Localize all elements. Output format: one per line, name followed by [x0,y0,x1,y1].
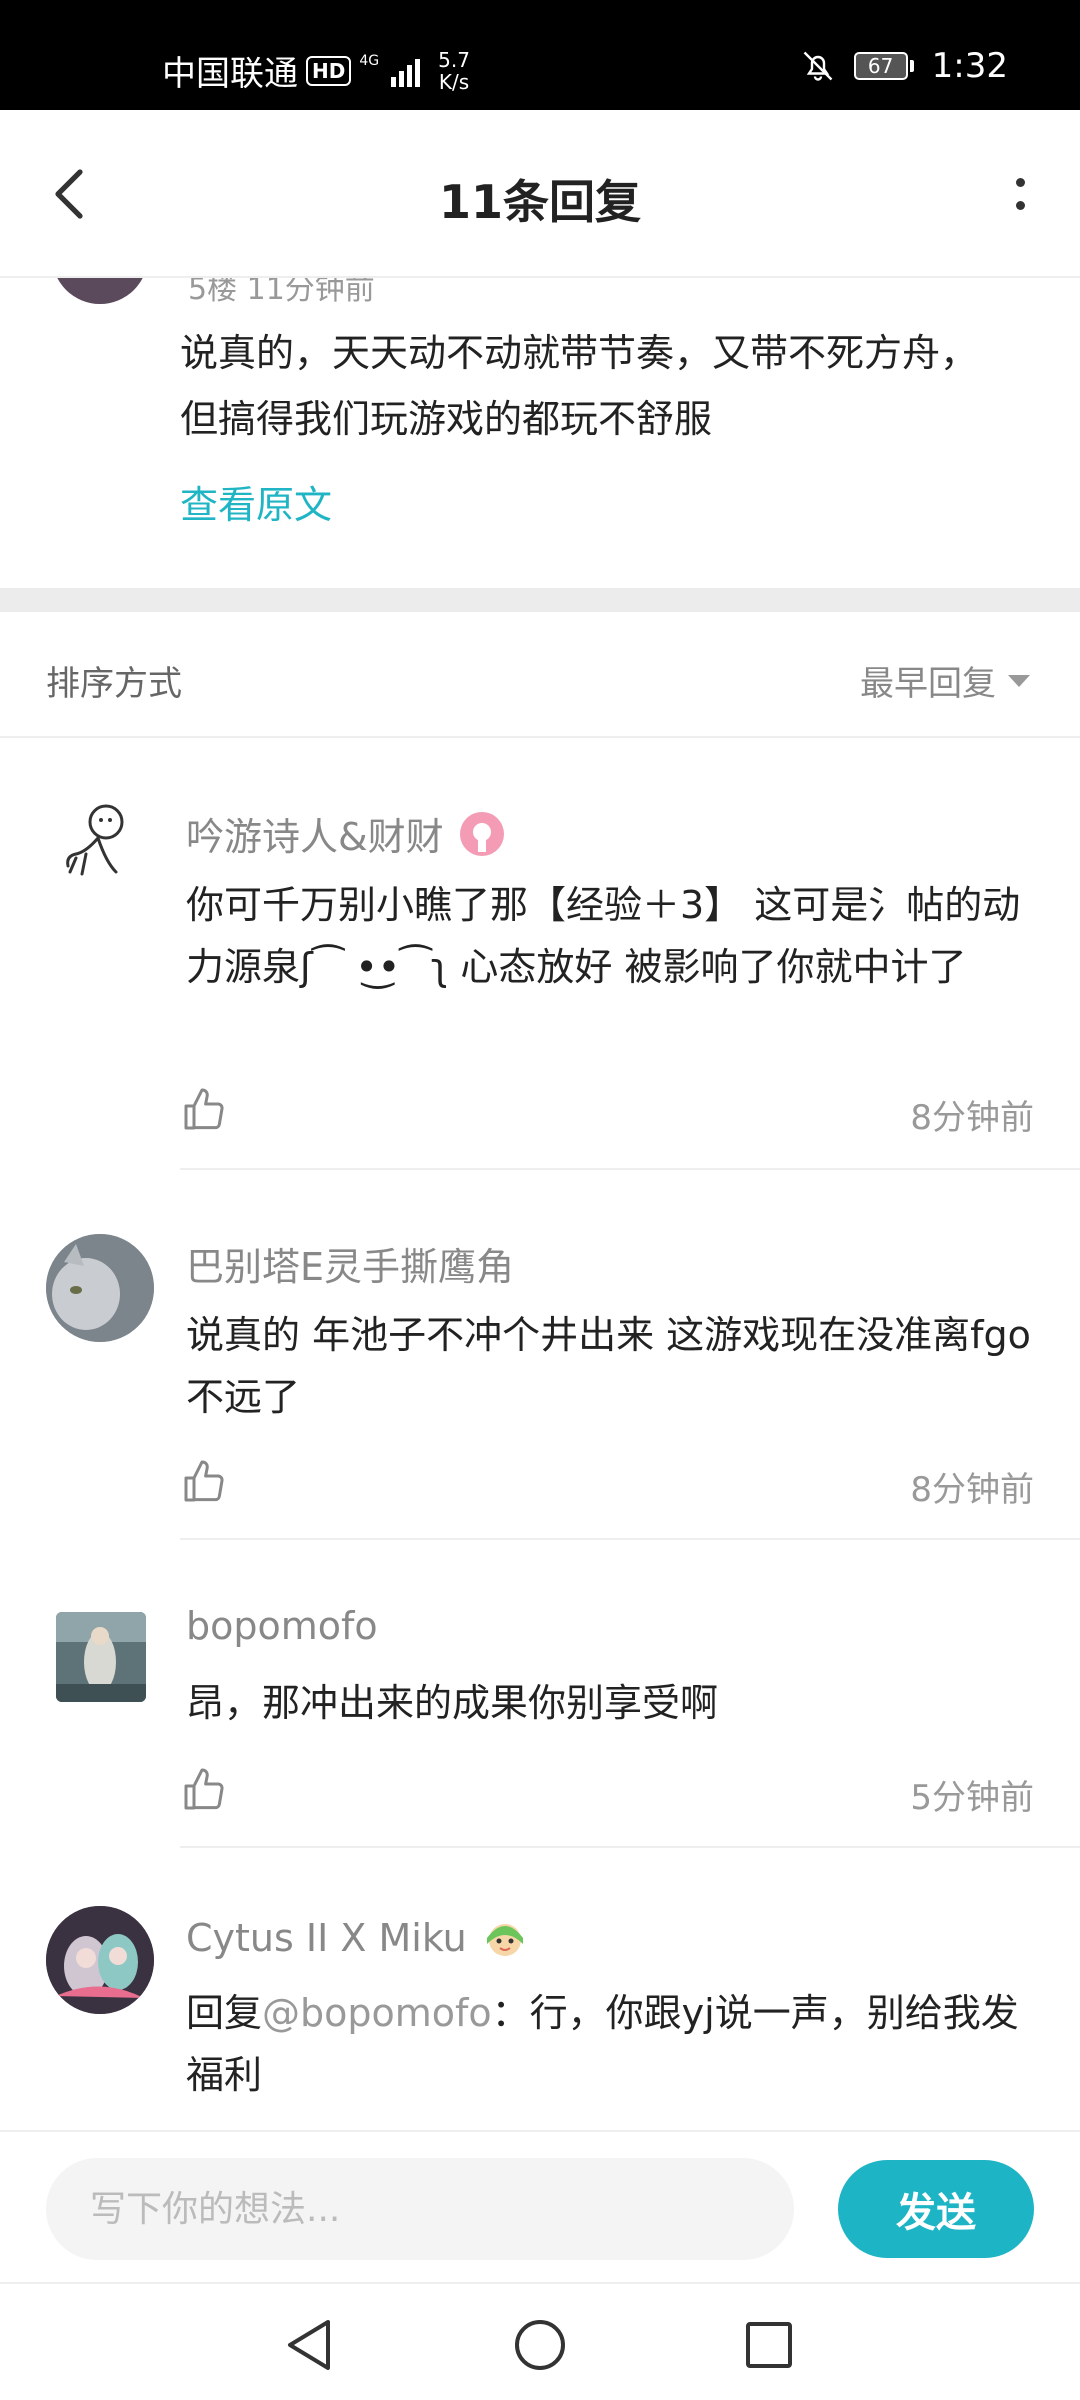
comment-item: bopomofo 昂，那冲出来的成果你别享受啊 5分钟前 [0,1540,1080,1848]
app-header: 11条回复 [0,110,1080,278]
comment-item: 巴别塔E灵手撕鹰角 说真的 年池子不冲个井出来 这游戏现在没准离fgo不远了 8… [0,1170,1080,1540]
comment-time: 8分钟前 [910,1098,1034,1138]
circle-home-icon [515,2320,565,2370]
author-name: 吟游诗人&财财 [186,815,444,859]
comment-item: 吟游诗人&财财 你可千万别小瞧了那【经验＋3】 这可是氵帖的动力源泉ʃ⁀ •͜•… [0,738,1080,1170]
doodle-avatar-icon [66,804,124,876]
comment-author[interactable]: 巴别塔E灵手撕鹰角 [186,1236,514,1291]
status-left: 中国联通 HD 4G 5.7 K/s [162,46,470,95]
avatar[interactable] [56,1612,146,1702]
comment-time: 5分钟前 [910,1778,1034,1818]
carrier-name: 中国联通 [162,54,298,94]
square-recents-icon [746,2322,792,2368]
avatar[interactable] [46,1234,154,1342]
caret-down-icon [1008,674,1030,687]
comment-item: Cytus II X Miku 回复@bopomofo：行，你跟yj说一声，别给… [0,1848,1080,2130]
signal-icon [391,55,421,87]
hd-indicator: HD [306,55,352,86]
battery-level: 67 [853,52,908,80]
speed-unit: K/s [438,69,470,94]
send-button[interactable]: 发送 [838,2160,1034,2258]
sort-selected: 最早回复 [860,664,996,704]
comment-input[interactable] [46,2158,794,2260]
post-text: 说真的，天天动不动就带节奏，又带不死方舟，但搞得我们玩游戏的都玩不舒服 [180,331,979,441]
sort-label: 排序方式 [46,664,182,704]
figure-avatar-icon [56,1612,146,1702]
thumbs-up-icon[interactable] [180,1458,228,1506]
reply-prefix: 回复 [186,1991,263,2035]
battery-icon: 67 [853,52,914,80]
speed-value: 5.7 [438,47,470,72]
author-name: bopomofo [186,1604,378,1648]
comment-text: 回复@bopomofo：行，你跟yj说一声，别给我发福利 [186,1982,1036,2106]
nav-recents-button[interactable] [734,2310,804,2380]
mention-link[interactable]: @bopomofo [262,1991,492,2035]
nav-home-button[interactable] [505,2310,575,2380]
status-bar: 中国联通 HD 4G 5.7 K/s 67 1:32 [0,0,1080,110]
view-original-link[interactable]: 查看原文 [180,474,332,529]
comment-text: 说真的 年池子不冲个井出来 这游戏现在没准离fgo不远了 [186,1313,1031,1419]
avatar[interactable] [46,1906,154,2014]
comment-author[interactable]: Cytus II X Miku [186,1914,529,1962]
author-name: 巴别塔E灵手撕鹰角 [186,1245,515,1289]
thumbs-up-icon[interactable] [180,1766,228,1814]
author-name: Cytus II X Miku [186,1916,467,1960]
section-divider [0,588,1080,612]
network-speed: 5.7 K/s [438,49,470,93]
sort-dropdown[interactable]: 最早回复 [860,656,1030,705]
network-type: 4G [359,52,380,69]
avatar[interactable] [46,792,154,900]
comment-text: 你可千万别小瞧了那【经验＋3】 这可是氵帖的动力源泉ʃ⁀ •͜•⁀ʅ 心态放好 … [186,883,1021,989]
cat-avatar-icon [46,1234,154,1342]
comment-author[interactable]: 吟游诗人&财财 [186,806,506,861]
triangle-back-icon [288,2320,330,2370]
sort-row: 排序方式 最早回复 [0,612,1080,738]
clock: 1:32 [931,46,1008,86]
post-meta: 5楼 11分钟前 [188,278,375,307]
anime-avatar-icon [46,1906,154,2014]
miku-badge-icon [486,1924,523,1956]
system-nav-bar [0,2282,1080,2400]
original-post: 5楼 11分钟前 说真的，天天动不动就带节奏，又带不死方舟，但搞得我们玩游戏的都… [0,278,1080,588]
comment-input-bar: 发送 [0,2130,1080,2282]
page-title: 11条回复 [438,175,641,229]
comment-author[interactable]: bopomofo [186,1604,378,1648]
thumbs-up-icon[interactable] [180,1086,228,1134]
nav-back-button[interactable] [274,2310,344,2380]
bell-off-icon [803,51,832,81]
more-options-button[interactable] [980,154,1060,234]
status-right: 67 1:32 [800,46,1008,86]
comment-time: 8分钟前 [910,1470,1034,1510]
pink-badge-icon [459,811,504,856]
comment-text: 昂，那冲出来的成果你别享受啊 [186,1681,719,1725]
more-vertical-icon [1015,178,1025,187]
avatar[interactable] [52,278,148,304]
